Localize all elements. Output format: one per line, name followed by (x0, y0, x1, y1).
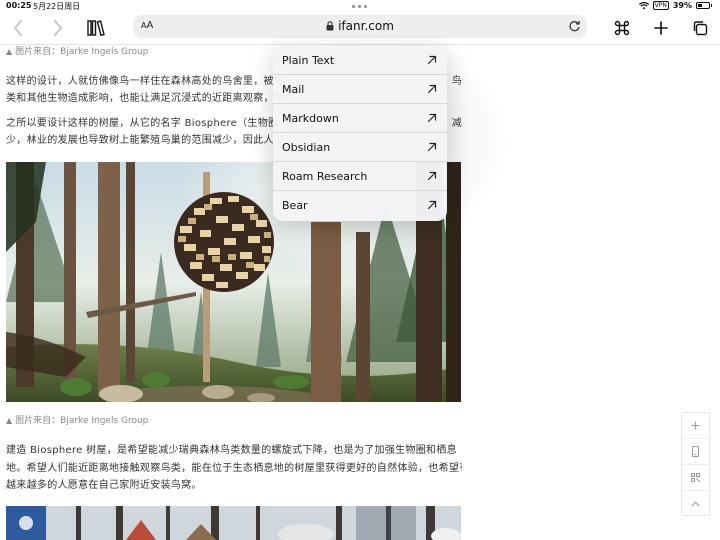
menu-item-plain-text[interactable]: Plain Text (273, 46, 447, 75)
browser-toolbar: AA ifanr.com (0, 12, 720, 45)
arrow-up-right-icon (427, 171, 437, 181)
image-caption: ▲ 图片来自：Bjarke Ingels Group (6, 413, 148, 426)
menu-item-label: Bear (282, 199, 308, 212)
side-mobile-button[interactable] (682, 439, 709, 465)
line-text: 这样的设计，人就仿佛像鸟一样住在森林高处的鸟舍里，被鸟 (6, 76, 285, 87)
paragraph-line: 越来越多的人愿意在自己家附近安装鸟窝。 (6, 480, 202, 491)
side-qrcode-button[interactable] (682, 465, 709, 491)
qrcode-icon (691, 473, 700, 482)
image-caption: ▲ 图片来自：Bjarke Ingels Group (6, 44, 148, 57)
status-time: 00:25 (6, 1, 32, 10)
url-text: ifanr.com (338, 19, 394, 33)
tabs-overview-button[interactable] (688, 16, 712, 40)
menu-item-obsidian[interactable]: Obsidian (273, 133, 447, 162)
menu-item-label: Roam Research (282, 169, 368, 183)
paragraph-line: 建造 Biosphere 树屋，是希望能减少瑞典森林鸟类数量的螺旋式下降，也是为… (6, 445, 457, 456)
chevron-up-icon (691, 500, 700, 506)
status-date: 5月22日周日 (33, 2, 81, 11)
command-button[interactable] (610, 16, 634, 40)
paragraph-line: 地。希望人们能近距离地接触观察鸟类，能在位于生态栖息地的树屋里获得更好的自然体验… (6, 463, 462, 474)
triangle-icon: ▲ (6, 416, 13, 425)
reload-icon[interactable] (568, 19, 581, 33)
arrow-up-right-icon (427, 55, 437, 65)
forward-button[interactable] (46, 16, 70, 40)
line-text: 之所以要设计这样的树屋，从它的名字 Biosphere（生物圈 (6, 118, 279, 129)
menu-item-label: Obsidian (282, 140, 331, 154)
triangle-icon: ▲ (6, 47, 13, 56)
arrow-up-right-icon (427, 142, 437, 152)
new-tab-button[interactable] (649, 16, 673, 40)
menu-item-label: Mail (282, 82, 305, 96)
url-display[interactable]: ifanr.com (133, 19, 587, 33)
command-icon (614, 20, 630, 36)
photo-illustration-2 (6, 506, 461, 540)
tabs-icon (693, 21, 708, 36)
line-tail: 鸟 (451, 76, 462, 87)
menu-item-mail[interactable]: Mail (273, 75, 447, 104)
plus-icon (654, 21, 668, 35)
arrow-up-right-icon (427, 84, 437, 94)
menu-item-roam-research[interactable]: Roam Research (273, 162, 447, 191)
address-bar[interactable]: AA ifanr.com (133, 15, 587, 38)
share-menu: Plain Text Mail Markdown Obsidian Roam R… (273, 46, 447, 221)
book-icon (87, 20, 105, 36)
multitasking-dots-icon[interactable] (352, 5, 367, 8)
chevron-left-icon (14, 20, 22, 36)
battery-icon (696, 2, 710, 9)
menu-item-markdown[interactable]: Markdown (273, 104, 447, 133)
caption-text: 图片来自：Bjarke Ingels Group (15, 416, 149, 426)
menu-item-bear[interactable]: Bear (273, 191, 447, 220)
wifi-icon (638, 1, 649, 9)
menu-item-label: Markdown (282, 111, 339, 125)
battery-percent: 39% (672, 1, 692, 10)
side-plus-button[interactable] (682, 413, 709, 439)
plus-icon (691, 421, 700, 430)
chevron-right-icon (54, 20, 62, 36)
vpn-badge: VPN (652, 1, 669, 10)
back-button[interactable] (6, 16, 30, 40)
phone-icon (692, 446, 699, 457)
bookmarks-button[interactable] (84, 16, 108, 40)
arrow-up-right-icon (427, 113, 437, 123)
status-right: VPN 39% (638, 1, 712, 10)
battery-tip (711, 4, 712, 7)
arrow-up-right-icon (427, 200, 437, 210)
page-side-controls (681, 412, 710, 516)
second-photo (6, 506, 461, 540)
caption-text: 图片来自：Bjarke Ingels Group (15, 47, 149, 57)
back-to-top-button[interactable] (682, 491, 709, 516)
lock-icon (326, 21, 334, 31)
line-tail: 减 (451, 118, 462, 129)
status-bar: 00:25 5月22日周日 VPN 39% (0, 0, 720, 12)
menu-item-label: Plain Text (282, 53, 335, 67)
